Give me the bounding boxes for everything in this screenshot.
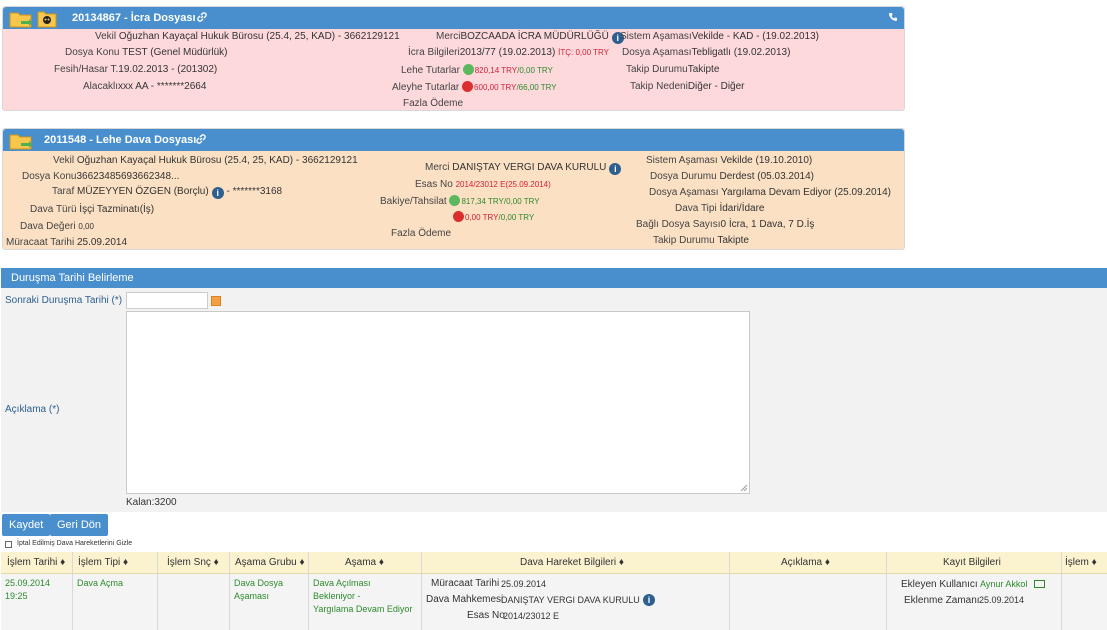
icra-lehe-tutarlar: Lehe Tutarlar 820,14 TRY/0,00 TRY [401,64,553,76]
col-islem-tipi[interactable]: İşlem Tipi ♦ [78,557,128,568]
icra-fazla-odeme: Fazla Ödeme [403,98,464,109]
folder-icon[interactable] [9,131,33,151]
dava-bagli-dosya: Bağlı Dosya Sayısı0 İcra, 1 Dava, 7 D.İş [636,219,815,230]
col-divider [421,552,422,630]
col-divider [308,552,309,630]
phone-icon[interactable] [888,12,898,22]
row-eklenme-value: 25.09.2014 [979,595,1025,605]
col-divider [1061,552,1062,630]
row-asama-1: Dava Açılması [313,578,371,588]
icra-file-header: 20134867 - İcra Dosyası [3,7,904,29]
icra-merci: MerciBOZCAADA İCRA MÜDÜRLÜĞÜ i [436,31,624,44]
table-header: İşlem Tarihi ♦ İşlem Tipi ♦ İşlem Snç ♦ … [1,552,1107,574]
col-islem[interactable]: İşlem ♦ [1065,557,1097,568]
dava-file-header: 2011548 - Lehe Dava Dosyası [3,129,904,151]
info-icon[interactable]: i [643,594,655,606]
hearing-date-section-title: Duruşma Tarihi Belirleme [1,268,1107,288]
col-divider [729,552,730,630]
dava-degeri: Dava Değeri 0,00 [20,221,94,232]
dava-vekil: Vekil Oğuzhan Kayaçal Hukuk Bürosu (25.4… [53,155,358,166]
dava-dosya-durumu: Dosya Durumu Derdest (05.03.2014) [650,171,814,182]
dava-dosya-konu: Dosya Konu36623485693662348... [22,171,180,182]
dava-esas-no: Esas No 2014/23012 E(25.09.2014) [415,179,551,190]
col-islem-snc[interactable]: İşlem Snç ♦ [167,557,219,568]
dava-takip-durumu: Takip Durumu Takipte [653,235,749,246]
icra-file-panel: 20134867 - İcra Dosyası Vekil Oğuzhan Ka… [2,6,905,111]
dava-file-title[interactable]: 2011548 - Lehe Dava Dosyası [44,134,196,146]
icra-fesih: Fesih/Hasar T.19.02.2013 - (201302) [54,64,218,75]
row-mahkeme-value: DANIŞTAY VERGI DAVA KURULU [501,595,640,605]
row-muracaat-value: 25.09.2014 [501,579,547,589]
arrow-down-icon [462,81,474,92]
next-hearing-date-input[interactable] [126,292,208,309]
row-esas-value: 2014/23012 E [503,611,560,621]
dava-bakiye-tahsilat-2: 0,00 TRY/0,00 TRY [453,211,534,223]
hide-cancelled-label: İptal Edilmiş Dava Hareketlerini Gizle [17,540,133,547]
row-muracaat-label: Müracaat Tarihi [431,578,500,589]
col-divider [72,552,73,630]
icra-file-title[interactable]: 20134867 - İcra Dosyası [72,12,196,24]
remaining-chars: Kalan:3200 [126,497,177,508]
icra-dosya-konu: Dosya Konu TEST (Genel Müdürlük) [65,47,228,58]
table-row[interactable]: 25.09.2014 19:25 Dava Açma Dava Dosya Aş… [1,574,1107,630]
arrow-down-icon [453,211,464,222]
hide-cancelled-checkbox[interactable] [5,541,12,548]
dava-file-panel: 2011548 - Lehe Dava Dosyası Vekil Oğuzha… [2,128,905,250]
save-button[interactable]: Kaydet [2,514,51,536]
dava-turu: Dava Türü İşçi Tazminatı(İş) [30,204,155,215]
info-icon[interactable]: i [609,163,622,175]
dava-fazla-odeme: Fazla Ödeme [391,228,452,239]
dava-bakiye-tahsilat: Bakiye/Tahsilat 817,34 TRY/0,00 TRY [380,195,540,207]
col-asama[interactable]: Aşama ♦ [345,557,384,568]
row-esas-label: Esas No [467,610,505,621]
icra-aleyhe-tutarlar: Aleyhe Tutarlar 600,00 TRY/66,00 TRY [392,81,557,93]
icra-takip-durumu: Takip DurumuTakipte [626,64,720,75]
row-asama-grubu-1: Dava Dosya [234,578,284,588]
row-time: 19:25 [5,591,28,601]
dava-sistem-asamasi: Sistem Aşaması Vekilde (19.10.2010) [646,155,813,166]
col-divider [229,552,230,630]
description-label: Açıklama (*) [5,404,60,415]
folder-icon[interactable] [9,9,33,29]
icra-alacakli: Alacaklıxxx AA - *******2664 [83,81,207,92]
icra-sistem-asamasi: Sistem AşamasıVekilde - KAD - (19.02.201… [620,31,819,42]
row-eklenme-label: Eklenme Zamanı [904,595,980,606]
row-asama-3: Yargılama Devam Ediyor [313,604,413,614]
next-hearing-date-label: Sonraki Duruşma Tarihi (*) [5,295,123,306]
col-islem-tarihi[interactable]: İşlem Tarihi ♦ [7,557,65,568]
col-asama-grubu[interactable]: Aşama Grubu ♦ [235,557,305,568]
col-divider [886,552,887,630]
row-ekleyen-label: Ekleyen Kullanıcı [901,579,978,590]
resize-handle-icon[interactable] [741,485,747,491]
col-kayit-bilgileri: Kayıt Bilgileri [943,557,1001,568]
dava-taraf: Taraf MÜZEYYEN ÖZGEN (Borçlu) i - *******… [52,186,283,199]
arrow-up-icon [462,64,474,75]
row-asama-grubu-2: Aşaması [234,591,270,601]
row-islem-tipi: Dava Açma [77,578,124,588]
mail-icon[interactable] [1034,580,1045,588]
icra-takip-nedeni: Takip NedeniDiğer - Diğer [630,81,745,92]
calendar-icon[interactable] [211,296,221,306]
dava-merci: Merci DANIŞTAY VERGI DAVA KURULU i [425,162,622,175]
link-icon[interactable] [195,133,207,145]
col-aciklama[interactable]: Açıklama ♦ [781,557,830,568]
info-icon[interactable]: i [211,187,224,199]
dava-muracaat-tarihi: Müracaat Tarihi 25.09.2014 [6,237,128,248]
row-ekleyen-value: Aynur Akkol [980,579,1028,589]
icra-vekil: Vekil Oğuzhan Kayaçal Hukuk Bürosu (25.4… [95,31,400,42]
dava-dosya-asamasi: Dosya Aşaması Yargılama Devam Ediyor (25… [649,187,891,198]
link-icon[interactable] [196,11,208,23]
skull-icon[interactable] [37,9,57,29]
icra-dosya-asamasi: Dosya AşamasıTebligatlı (19.02.2013) [622,47,791,58]
icra-bilgileri: İcra Bilgileri2013/77 (19.02.2013) İTÇ: … [408,47,609,58]
col-hareket-bilgileri[interactable]: Dava Hareket Bilgileri ♦ [520,557,624,568]
dava-tipi: Dava Tipi İdari/İdare [675,203,765,214]
description-textarea[interactable] [126,311,750,494]
arrow-up-icon [449,195,461,206]
row-mahkeme-label: Dava Mahkemesi [426,594,504,605]
col-divider [157,552,158,630]
row-asama-2: Bekleniyor - [313,591,361,601]
back-button[interactable]: Geri Dön [50,514,109,536]
row-date: 25.09.2014 [5,578,51,588]
